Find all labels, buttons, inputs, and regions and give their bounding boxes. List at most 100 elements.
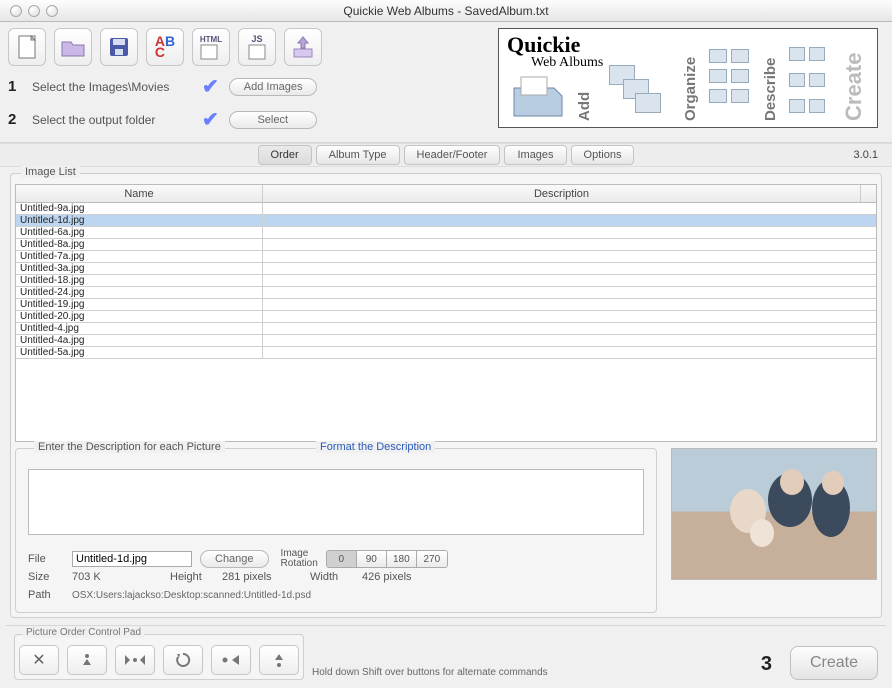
image-preview <box>671 448 877 580</box>
tab-options[interactable]: Options <box>571 145 635 165</box>
step-two-label: Select the output folder <box>32 113 192 127</box>
row-name: Untitled-24.jpg <box>16 287 263 298</box>
table-row[interactable]: Untitled-7a.jpg <box>16 251 876 263</box>
description-input[interactable] <box>28 469 644 535</box>
pad-nudge-button[interactable] <box>211 645 251 675</box>
row-desc <box>263 347 876 358</box>
size-value: 703 K <box>72 571 162 583</box>
row-desc <box>263 335 876 346</box>
fonts-button[interactable]: ABC <box>146 28 184 66</box>
row-name: Untitled-19.jpg <box>16 299 263 310</box>
table-row[interactable]: Untitled-1d.jpg <box>16 215 876 227</box>
row-desc <box>263 263 876 274</box>
row-name: Untitled-1d.jpg <box>16 215 263 226</box>
row-desc <box>263 275 876 286</box>
description-editor: Enter the Description for each Picture F… <box>15 448 657 613</box>
step-two-number: 2 <box>8 111 22 128</box>
row-name: Untitled-18.jpg <box>16 275 263 286</box>
tab-header-footer[interactable]: Header/Footer <box>404 145 501 165</box>
pad-move-up-button[interactable] <box>259 645 299 675</box>
table-row[interactable]: Untitled-3a.jpg <box>16 263 876 275</box>
file-label: File <box>28 553 64 565</box>
row-name: Untitled-3a.jpg <box>16 263 263 274</box>
product-banner: Quickie Web Albums Add Organize Describe… <box>498 28 878 128</box>
row-name: Untitled-6a.jpg <box>16 227 263 238</box>
tab-images[interactable]: Images <box>504 145 566 165</box>
banner-word-describe: Describe <box>762 58 779 121</box>
row-desc <box>263 203 876 214</box>
row-desc <box>263 323 876 334</box>
rotation-270[interactable]: 270 <box>417 551 447 567</box>
open-folder-button[interactable] <box>54 28 92 66</box>
table-row[interactable]: Untitled-24.jpg <box>16 287 876 299</box>
table-row[interactable]: Untitled-18.jpg <box>16 275 876 287</box>
table-row[interactable]: Untitled-9a.jpg <box>16 203 876 215</box>
window-title: Quickie Web Albums - SavedAlbum.txt <box>0 4 892 18</box>
banner-word-create: Create <box>841 53 867 121</box>
table-row[interactable]: Untitled-20.jpg <box>16 311 876 323</box>
table-row[interactable]: Untitled-4a.jpg <box>16 335 876 347</box>
height-value: 281 pixels <box>222 571 302 583</box>
pad-delete-button[interactable]: ✕ <box>19 645 59 675</box>
row-name: Untitled-8a.jpg <box>16 239 263 250</box>
new-document-button[interactable] <box>8 28 46 66</box>
html-template-button[interactable]: HTML <box>192 28 230 66</box>
rotation-label-2: Rotation <box>281 559 318 569</box>
pad-move-down-button[interactable] <box>67 645 107 675</box>
scrollbar-track[interactable] <box>861 185 876 202</box>
add-images-button[interactable]: Add Images <box>229 78 318 96</box>
row-name: Untitled-20.jpg <box>16 311 263 322</box>
javascript-button[interactable]: JS <box>238 28 276 66</box>
row-desc <box>263 227 876 238</box>
table-row[interactable]: Untitled-19.jpg <box>16 299 876 311</box>
image-list-body[interactable]: Untitled-9a.jpgUntitled-1d.jpgUntitled-6… <box>16 203 876 359</box>
export-button[interactable] <box>284 28 322 66</box>
editor-legend: Enter the Description for each Picture <box>34 441 225 453</box>
rotation-180[interactable]: 180 <box>387 551 417 567</box>
row-desc <box>263 251 876 262</box>
rotation-90[interactable]: 90 <box>357 551 387 567</box>
width-label: Width <box>310 571 354 583</box>
select-folder-button[interactable]: Select <box>229 111 317 129</box>
pad-swap-button[interactable] <box>115 645 155 675</box>
step-two-done-icon: ✔ <box>202 107 219 132</box>
version-label: 3.0.1 <box>854 149 878 161</box>
row-name: Untitled-7a.jpg <box>16 251 263 262</box>
row-name: Untitled-4a.jpg <box>16 335 263 346</box>
pad-hint: Hold down Shift over buttons for alterna… <box>312 667 548 678</box>
table-row[interactable]: Untitled-6a.jpg <box>16 227 876 239</box>
column-header-name[interactable]: Name <box>16 185 263 202</box>
file-name-input[interactable] <box>72 551 192 567</box>
close-icon[interactable] <box>10 5 22 17</box>
step-one-number: 1 <box>8 78 22 95</box>
window-titlebar: Quickie Web Albums - SavedAlbum.txt <box>0 0 892 22</box>
pad-rotate-button[interactable] <box>163 645 203 675</box>
table-row[interactable]: Untitled-4.jpg <box>16 323 876 335</box>
row-desc <box>263 215 876 226</box>
rotation-0[interactable]: 0 <box>327 551 357 567</box>
banner-word-organize: Organize <box>682 57 699 121</box>
create-button[interactable]: Create <box>790 646 878 680</box>
banner-word-add: Add <box>576 92 593 121</box>
tab-album-type[interactable]: Album Type <box>316 145 400 165</box>
rotation-segmented: 090180270 <box>326 550 448 568</box>
row-name: Untitled-9a.jpg <box>16 203 263 214</box>
format-description-link[interactable]: Format the Description <box>316 441 435 453</box>
path-label: Path <box>28 589 64 601</box>
main-toolbar: ABC HTML JS <box>8 28 488 66</box>
tab-order[interactable]: Order <box>258 145 312 165</box>
row-desc <box>263 311 876 322</box>
table-row[interactable]: Untitled-8a.jpg <box>16 239 876 251</box>
row-name: Untitled-4.jpg <box>16 323 263 334</box>
save-button[interactable] <box>100 28 138 66</box>
change-file-button[interactable]: Change <box>200 550 269 568</box>
row-name: Untitled-5a.jpg <box>16 347 263 358</box>
height-label: Height <box>170 571 214 583</box>
pad-legend: Picture Order Control Pad <box>23 627 144 638</box>
minimize-icon[interactable] <box>28 5 40 17</box>
step-one-label: Select the Images\Movies <box>32 80 192 94</box>
table-row[interactable]: Untitled-5a.jpg <box>16 347 876 359</box>
size-label: Size <box>28 571 64 583</box>
column-header-description[interactable]: Description <box>263 185 861 202</box>
zoom-icon[interactable] <box>46 5 58 17</box>
